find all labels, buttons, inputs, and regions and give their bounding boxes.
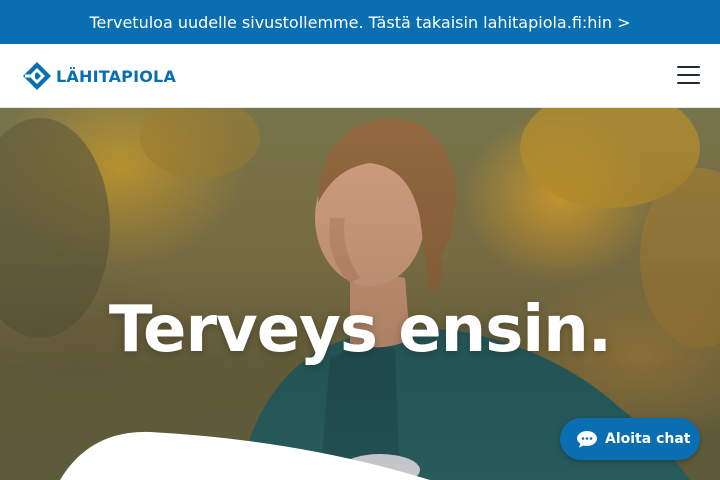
lahitapiola-logo-mark-icon — [23, 62, 51, 90]
hero-title: Terveys ensin. — [108, 293, 612, 367]
logo-text: LÄHITAPIOLA — [56, 66, 177, 86]
start-chat-label: Aloita chat — [605, 431, 691, 447]
menu-button[interactable] — [676, 64, 702, 86]
chat-bubble-icon — [577, 431, 597, 448]
welcome-banner[interactable]: Tervetuloa uudelle sivustollemme. Tästä … — [0, 0, 720, 44]
start-chat-button[interactable]: Aloita chat — [560, 418, 700, 460]
lahitapiola-logo[interactable]: LÄHITAPIOLA — [22, 60, 176, 92]
site-header: LÄHITAPIOLA — [0, 44, 720, 108]
welcome-banner-text[interactable]: Tervetuloa uudelle sivustollemme. Tästä … — [90, 13, 631, 32]
